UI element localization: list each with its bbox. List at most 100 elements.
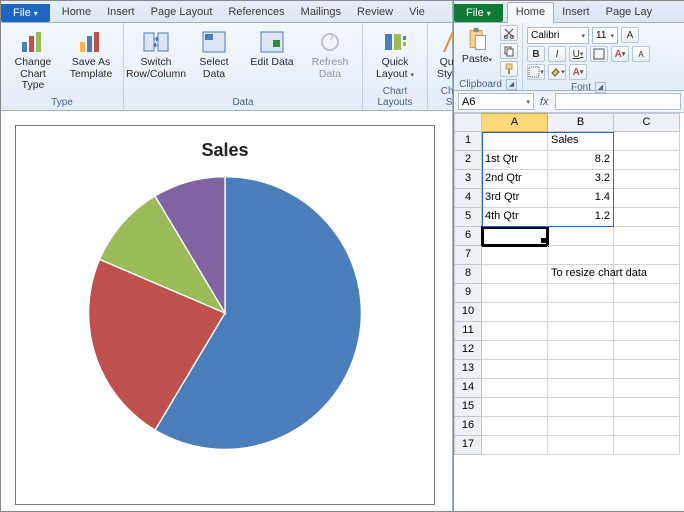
font-color-button[interactable]: A▾ [611,46,629,62]
cell-C15[interactable] [614,398,680,417]
row-header-11[interactable]: 11 [454,322,482,341]
col-header-C[interactable]: C [614,113,680,132]
edit-data-button[interactable]: Edit Data [246,27,298,71]
excel-tab-pagelayout[interactable]: Page Lay [598,3,660,22]
cell-A5[interactable]: 4th Qtr [482,208,548,227]
cell-B1[interactable]: Sales [548,132,614,151]
cell-A9[interactable] [482,284,548,303]
row-header-8[interactable]: 8 [454,265,482,284]
row-header-5[interactable]: 5 [454,208,482,227]
select-data-button[interactable]: Select Data [188,27,240,82]
row-header-3[interactable]: 3 [454,170,482,189]
cell-B9[interactable] [548,284,614,303]
copy-button[interactable] [500,43,518,59]
row-header-13[interactable]: 13 [454,360,482,379]
cell-C13[interactable] [614,360,680,379]
cell-C8[interactable] [614,265,680,284]
row-header-6[interactable]: 6 [454,227,482,246]
cell-C2[interactable] [614,151,680,170]
excel-file-tab[interactable]: File▾ [454,4,503,22]
col-header-A[interactable]: A [482,113,548,132]
tab-pagelayout[interactable]: Page Layout [143,3,221,22]
cell-A10[interactable] [482,303,548,322]
cell-C1[interactable] [614,132,680,151]
cell-C14[interactable] [614,379,680,398]
save-as-template-button[interactable]: Save As Template [65,27,117,82]
font-name-combo[interactable]: Calibri▾ [527,27,589,44]
cell-A16[interactable] [482,417,548,436]
cell-B16[interactable] [548,417,614,436]
chart-title[interactable]: Sales [20,140,430,161]
format-painter-button[interactable] [500,61,518,77]
cell-A12[interactable] [482,341,548,360]
tab-home[interactable]: Home [54,3,99,22]
row-header-1[interactable]: 1 [454,132,482,151]
name-box[interactable]: A6▾ [458,93,534,110]
cell-C12[interactable] [614,341,680,360]
cell-A2[interactable]: 1st Qtr [482,151,548,170]
row-header-15[interactable]: 15 [454,398,482,417]
excel-tab-insert[interactable]: Insert [554,3,598,22]
font-color-button-2[interactable]: A▾ [569,64,587,80]
border-button[interactable] [590,46,608,62]
row-header-12[interactable]: 12 [454,341,482,360]
cell-C9[interactable] [614,284,680,303]
row-header-10[interactable]: 10 [454,303,482,322]
cell-B13[interactable] [548,360,614,379]
cell-A6[interactable] [482,227,548,246]
tab-references[interactable]: References [220,3,292,22]
quick-layout-button[interactable]: Quick Layout ▾ [369,27,421,82]
cell-C5[interactable] [614,208,680,227]
cell-A17[interactable] [482,436,548,455]
cut-button[interactable] [500,25,518,41]
cell-C7[interactable] [614,246,680,265]
cell-A8[interactable] [482,265,548,284]
row-header-7[interactable]: 7 [454,246,482,265]
cell-B14[interactable] [548,379,614,398]
border-menu-button[interactable]: ▾ [527,64,545,80]
row-header-2[interactable]: 2 [454,151,482,170]
cell-A7[interactable] [482,246,548,265]
cell-A3[interactable]: 2nd Qtr [482,170,548,189]
tab-mailings[interactable]: Mailings [293,3,349,22]
cell-C3[interactable] [614,170,680,189]
cell-C6[interactable] [614,227,680,246]
font-size-combo[interactable]: 11▾ [592,27,618,44]
cell-A15[interactable] [482,398,548,417]
fx-icon[interactable]: fx [536,96,553,108]
cell-A13[interactable] [482,360,548,379]
cell-B3[interactable]: 3.2 [548,170,614,189]
italic-button[interactable]: I [548,46,566,62]
cell-B7[interactable] [548,246,614,265]
cell-A1[interactable] [482,132,548,151]
bold-button[interactable]: B [527,46,545,62]
cell-C16[interactable] [614,417,680,436]
grow-font-button[interactable]: A [621,27,639,43]
clipboard-launcher[interactable]: ◢ [506,79,517,90]
cell-B17[interactable] [548,436,614,455]
select-all-corner[interactable] [454,113,482,132]
file-tab[interactable]: File▾ [1,4,50,22]
pie-chart[interactable] [20,163,430,463]
cell-B15[interactable] [548,398,614,417]
cell-B5[interactable]: 1.2 [548,208,614,227]
cell-A11[interactable] [482,322,548,341]
cell-B10[interactable] [548,303,614,322]
chart-frame[interactable]: Sales [15,125,435,505]
shrink-font-button[interactable]: A [632,46,650,62]
cell-C11[interactable] [614,322,680,341]
row-header-16[interactable]: 16 [454,417,482,436]
cell-B8[interactable]: To resize chart data [548,265,614,284]
cell-C4[interactable] [614,189,680,208]
change-chart-type-button[interactable]: Change Chart Type [7,27,59,94]
cell-C10[interactable] [614,303,680,322]
cell-C17[interactable] [614,436,680,455]
cell-B12[interactable] [548,341,614,360]
cell-B6[interactable] [548,227,614,246]
switch-row-column-button[interactable]: Switch Row/Column [130,27,182,82]
font-launcher[interactable]: ◢ [595,82,606,93]
cell-A4[interactable]: 3rd Qtr [482,189,548,208]
underline-button[interactable]: U▾ [569,46,587,62]
formula-input[interactable] [555,93,681,110]
row-header-14[interactable]: 14 [454,379,482,398]
